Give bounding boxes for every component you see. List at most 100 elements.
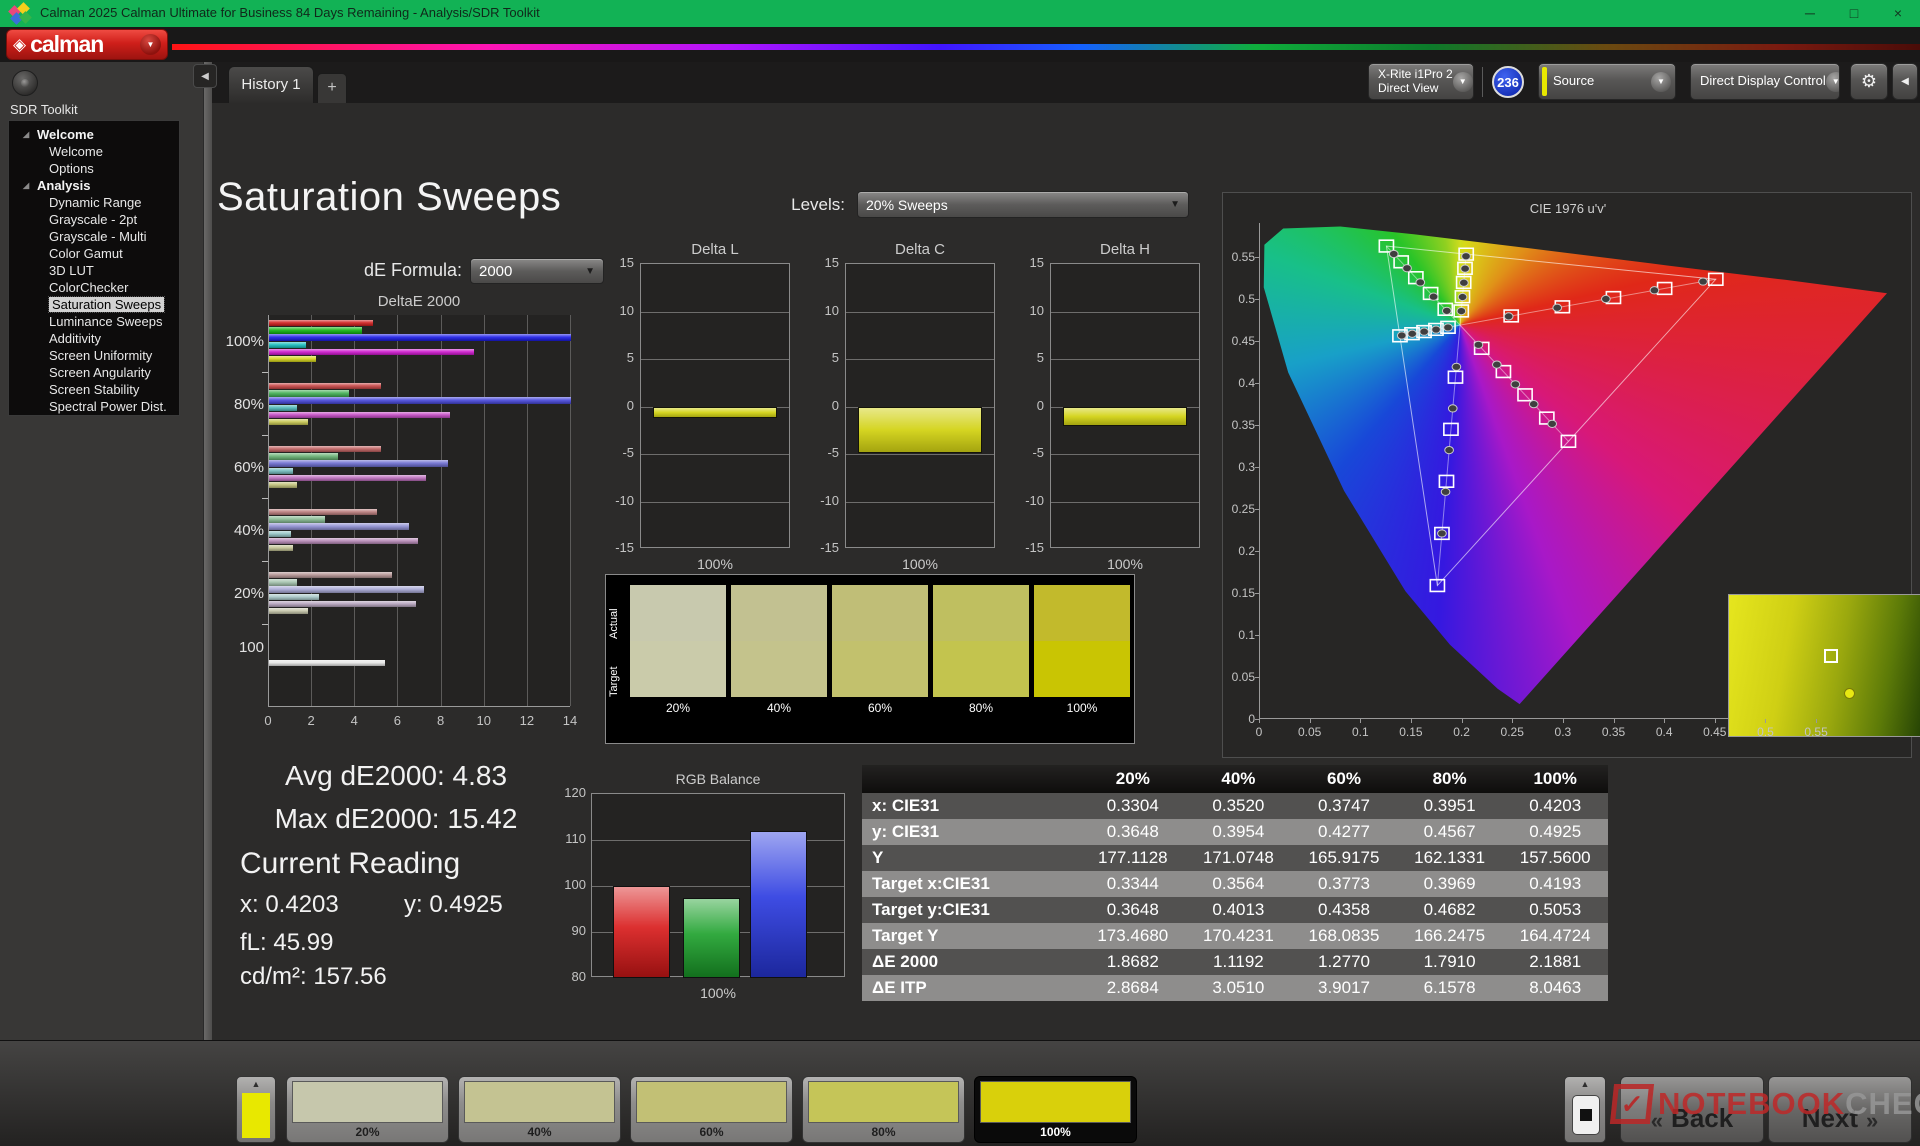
sidebar-item-luminance-sweeps[interactable]: Luminance Sweeps [9, 313, 179, 330]
sidebar-item-saturation-sweeps[interactable]: Saturation Sweeps [9, 296, 179, 313]
axis-tick-label: 0.2 [1453, 725, 1470, 739]
workflow-tree: ◢ Welcome Welcome Options ◢ Analysis Dynamic R… [8, 120, 180, 416]
table-row-target-y-cie31: Target y:CIE31 0.3648 0.4013 0.4358 0.4682 0.… [862, 897, 1608, 923]
pattern-button-80[interactable]: 80% [802, 1076, 965, 1143]
sidebar-item-screen-uniformity[interactable]: Screen Uniformity [9, 347, 179, 364]
calman-menu-chevron-icon[interactable]: ▼ [140, 34, 161, 55]
settings-button[interactable]: ⚙ [1850, 63, 1888, 100]
display-control-dropdown[interactable]: Direct Display Control ▼ [1690, 63, 1840, 100]
close-icon[interactable]: × [1876, 0, 1920, 27]
cell-value: 0.4013 [1185, 897, 1292, 923]
add-tab-button[interactable]: + [317, 73, 347, 103]
chevron-down-icon[interactable]: ▼ [1452, 71, 1473, 92]
calman-menu-button[interactable]: ◈ calman ▼ [6, 29, 168, 60]
series-bar-blue [269, 523, 410, 531]
axis-tick [262, 498, 268, 499]
axis-tick [1255, 424, 1259, 426]
sidebar-item-grayscale-2pt[interactable]: Grayscale - 2pt [9, 211, 179, 228]
sidebar-item-screen-angularity[interactable]: Screen Angularity [9, 364, 179, 381]
meter-count-badge[interactable]: 236 [1492, 66, 1524, 98]
pattern-label: 100% [1040, 1125, 1071, 1139]
cell-value: 3.0510 [1185, 975, 1292, 1001]
gridline [641, 501, 789, 503]
max-de2000: Max dE2000: 15.42 [274, 803, 518, 834]
axis-tick-label: -5 [827, 445, 839, 460]
levels-select[interactable]: 20% Sweeps ▼ [857, 191, 1189, 218]
actual-swatch [1034, 585, 1130, 641]
chart-title-delta_c: Delta C [894, 241, 946, 258]
measured-marker [1432, 326, 1441, 333]
series-bar-yellow [269, 419, 308, 426]
series-bar-yellow [269, 356, 317, 363]
table-row-y-cie31: y: CIE31 0.3648 0.3954 0.4277 0.4567 0.4925 [862, 819, 1608, 845]
axis-tick-label: 0.05 [1297, 725, 1322, 739]
measured-marker [1548, 420, 1557, 427]
axis-tick-label: 0.05 [1231, 669, 1255, 684]
sidebar-item-3d-lut[interactable]: 3D LUT [9, 262, 179, 279]
sidebar-item-label: Analysis [37, 178, 91, 193]
meter-dropdown-label: X-Rite i1Pro 2 Direct View [1378, 66, 1453, 95]
pattern-button-60[interactable]: 60% [630, 1076, 793, 1143]
sidebar-item-grayscale-multi[interactable]: Grayscale - Multi [9, 228, 179, 245]
pattern-button-100[interactable]: 100% [974, 1076, 1137, 1143]
de-formula-select[interactable]: 2000 ▼ [470, 258, 604, 284]
cell-value: 0.4277 [1291, 819, 1397, 845]
pattern-button-40[interactable]: 40% [458, 1076, 621, 1143]
tab-bar: History 1 + X-Rite i1Pro 2 Direct View ▼ … [0, 62, 1920, 103]
axis-tick [1255, 719, 1259, 720]
sidebar-item-welcome[interactable]: ◢ Welcome [9, 126, 179, 143]
minimize-icon[interactable]: ─ [1788, 0, 1832, 27]
cell-value: 0.3304 [1080, 793, 1186, 819]
swatch-column-80: 80% [933, 585, 1029, 715]
series-bar-cyan [269, 530, 291, 538]
chevron-down-icon[interactable]: ▼ [1825, 71, 1839, 92]
sidebar-item-welcome[interactable]: Welcome [9, 143, 179, 160]
sidebar-item-dynamic-range[interactable]: Dynamic Range [9, 194, 179, 211]
group-label: 100% [225, 333, 264, 350]
sidebar-item-label: Color Gamut [49, 246, 123, 261]
sidebar-collapse-button[interactable]: ◀ [193, 64, 217, 88]
sidebar-item-label: Dynamic Range [49, 195, 142, 210]
sidebar-item-options[interactable]: Options [9, 160, 179, 177]
axis-tick [1255, 340, 1259, 342]
sidebar-item-spectral-power-dist[interactable]: Spectral Power Dist. [9, 398, 179, 415]
cell-value: 0.3954 [1185, 819, 1292, 845]
cell-value: 177.1128 [1080, 845, 1186, 871]
tab-history-1[interactable]: History 1 [228, 66, 314, 103]
chevron-down-icon[interactable]: ▼ [1651, 71, 1671, 92]
axis-tick [1461, 719, 1463, 723]
collapse-panel-button[interactable]: ◀ [1892, 63, 1918, 100]
table-row-y: Y 177.1128 171.0748 165.9175 162.1331 157.560… [862, 845, 1608, 871]
group-label: 40% [233, 522, 264, 539]
series-bar-magenta [269, 537, 418, 545]
meter-dropdown[interactable]: X-Rite i1Pro 2 Direct View ▼ [1368, 63, 1474, 100]
axis-tick-label: 14 [562, 713, 578, 728]
window-mode-tile[interactable]: ▲ [1564, 1076, 1606, 1143]
cell-value: 0.4682 [1396, 897, 1503, 923]
pattern-color-tile[interactable]: ▲ [236, 1076, 276, 1143]
sweep-line-red [1460, 279, 1716, 325]
sidebar-item-screen-stability[interactable]: Screen Stability [9, 381, 179, 398]
workflow-options-button[interactable] [12, 70, 38, 96]
pattern-button-20[interactable]: 20% [286, 1076, 449, 1143]
page-title: Saturation Sweeps [217, 175, 562, 219]
sidebar-item-additivity[interactable]: Additivity [9, 330, 179, 347]
group-label: 100 [238, 639, 264, 656]
sidebar-item-colorchecker[interactable]: ColorChecker [9, 279, 179, 296]
axis-tick-label: 0.35 [1601, 725, 1626, 739]
series-bar-yellow [269, 545, 293, 552]
sidebar-item-label: Screen Stability [49, 382, 140, 397]
axis-tick-label: 4 [350, 713, 358, 728]
sidebar-item-analysis[interactable]: ◢ Analysis [9, 177, 179, 194]
measured-marker [1504, 313, 1513, 320]
source-dropdown[interactable]: Source ▼ [1538, 63, 1676, 100]
table-row-e-2000: ΔE 2000 1.8682 1.1192 1.2770 1.7910 2.1881 [862, 949, 1608, 975]
pattern-label: 40% [527, 1125, 552, 1139]
chevron-left-icon: ◀ [201, 70, 209, 82]
sidebar-splitter[interactable] [203, 62, 212, 1040]
series-bar-cyan [269, 593, 319, 601]
sidebar-item-color-gamut[interactable]: Color Gamut [9, 245, 179, 262]
axis-tick [1410, 719, 1412, 723]
sidebar: SDR Toolkit ◢ Welcome Welcome Options ◢ Analy… [0, 62, 203, 1040]
maximize-icon[interactable]: □ [1832, 0, 1876, 27]
